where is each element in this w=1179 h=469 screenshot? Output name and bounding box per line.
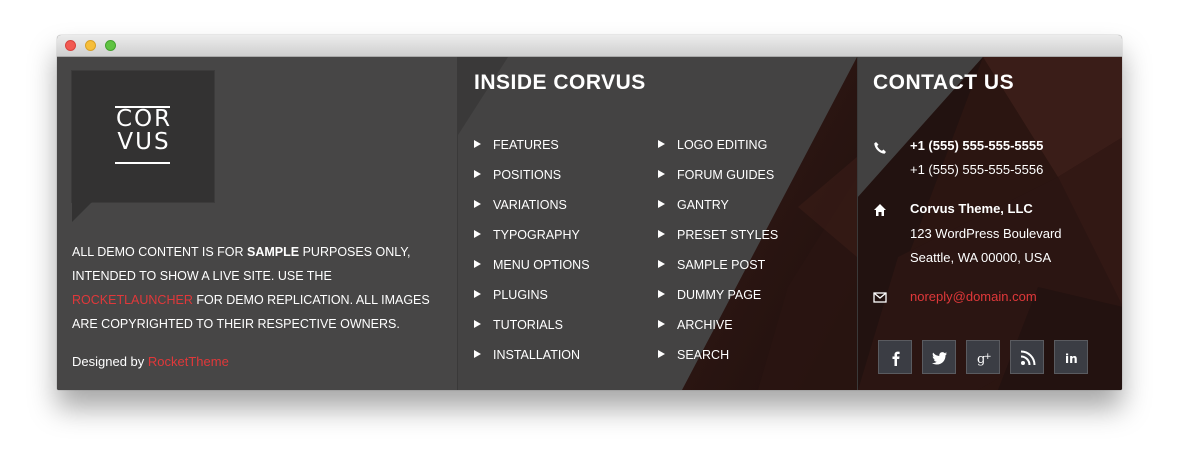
menu-item[interactable]: Logo Editing xyxy=(658,137,767,153)
phone-icon xyxy=(874,142,886,154)
menu-item-label: Sample Post xyxy=(677,258,766,272)
menu-item[interactable]: Menu Options xyxy=(474,257,590,273)
linkedin-button[interactable]: in xyxy=(1054,340,1088,374)
rss-button[interactable] xyxy=(1010,340,1044,374)
triangle-bullet-icon xyxy=(474,350,481,358)
email-link[interactable]: noreply@domain.com xyxy=(910,285,1037,309)
menu-item[interactable]: Positions xyxy=(474,167,561,183)
address-line-1: 123 WordPress Boulevard xyxy=(910,226,1062,241)
twitter-button[interactable] xyxy=(922,340,956,374)
menu-item-label: Positions xyxy=(493,168,562,182)
triangle-bullet-icon xyxy=(658,290,665,298)
menu-item-label: Installation xyxy=(493,348,581,362)
footer-section: COR VUS All demo content is for sample p… xyxy=(57,57,1122,390)
triangle-bullet-icon xyxy=(658,170,665,178)
menu-item-label: Gantry xyxy=(677,198,729,212)
menu-item[interactable]: Plugins xyxy=(474,287,548,303)
menu-item-label: Features xyxy=(493,138,559,152)
about-column: COR VUS All demo content is for sample p… xyxy=(57,57,457,390)
about-text: All demo content is for sample purposes … xyxy=(72,240,452,336)
menu-item[interactable]: Search xyxy=(658,347,729,363)
menu-item-label: Menu Options xyxy=(493,258,590,272)
facebook-button[interactable] xyxy=(878,340,912,374)
envelope-icon xyxy=(873,292,887,303)
triangle-bullet-icon xyxy=(474,170,481,178)
menu-item[interactable]: Installation xyxy=(474,347,580,363)
logo-line-bottom xyxy=(115,162,170,164)
home-icon xyxy=(874,204,886,216)
menu-item-label: Tutorials xyxy=(493,318,563,332)
menu-item[interactable]: Preset Styles xyxy=(658,227,778,243)
minimize-button[interactable] xyxy=(85,40,96,51)
inside-background-shape xyxy=(458,57,857,390)
linkedin-icon: in xyxy=(1065,352,1078,366)
contact-column: Contact Us +1 (555) 555-555-5555 +1 (555… xyxy=(857,57,1122,390)
triangle-bullet-icon xyxy=(658,320,665,328)
logo-line1: COR xyxy=(116,106,173,132)
address-line-2: Seattle, WA 00000, USA xyxy=(910,250,1052,265)
menu-item-label: Search xyxy=(677,348,730,362)
triangle-bullet-icon xyxy=(474,290,481,298)
menu-item-label: Dummy Page xyxy=(677,288,762,302)
logo-text: COR VUS xyxy=(116,108,172,154)
logo-line2: VUS xyxy=(117,129,171,155)
zoom-button[interactable] xyxy=(105,40,116,51)
facebook-icon xyxy=(892,351,900,366)
menu-item[interactable]: Tutorials xyxy=(474,317,563,333)
triangle-bullet-icon xyxy=(658,230,665,238)
menu-item[interactable]: Sample Post xyxy=(658,257,765,273)
about-text-part1: All demo content is for xyxy=(72,245,248,259)
menu-item[interactable]: Dummy Page xyxy=(658,287,761,303)
designed-by: Designed by RocketTheme xyxy=(72,354,229,369)
menu-item[interactable]: Forum Guides xyxy=(658,167,774,183)
menu-item[interactable]: Variations xyxy=(474,197,567,213)
svg-text:+: + xyxy=(984,352,992,362)
triangle-bullet-icon xyxy=(474,260,481,268)
contact-title: Contact Us xyxy=(873,71,1015,94)
corvus-logo[interactable]: COR VUS xyxy=(72,71,214,202)
rocketlauncher-link[interactable]: RocketLauncher xyxy=(72,293,193,307)
svg-text:in: in xyxy=(1065,352,1078,366)
triangle-bullet-icon xyxy=(474,140,481,148)
triangle-bullet-icon xyxy=(474,200,481,208)
menu-item-label: Plugins xyxy=(493,288,548,302)
about-text-bold: sample xyxy=(247,245,300,259)
close-button[interactable] xyxy=(65,40,76,51)
menu-item[interactable]: Features xyxy=(474,137,559,153)
menu-item[interactable]: Archive xyxy=(658,317,733,333)
google-plus-button[interactable]: g + xyxy=(966,340,1000,374)
inside-title: Inside Corvus xyxy=(474,71,646,94)
phone-number-1[interactable]: +1 (555) 555-555-5555 xyxy=(910,134,1043,158)
rockettheme-link[interactable]: RocketTheme xyxy=(148,354,229,369)
logo-tail xyxy=(72,202,92,222)
inside-column: Inside Corvus Features Positions Variation… xyxy=(457,57,857,390)
menu-item-label: Typography xyxy=(493,228,580,242)
triangle-bullet-icon xyxy=(658,350,665,358)
google-plus-icon: g + xyxy=(977,352,992,366)
window-titlebar xyxy=(57,35,1122,57)
designed-by-label: Designed by xyxy=(72,354,145,369)
menu-item-label: Archive xyxy=(677,318,733,332)
menu-item[interactable]: Typography xyxy=(474,227,580,243)
triangle-bullet-icon xyxy=(658,140,665,148)
menu-item-label: Variations xyxy=(493,198,567,212)
triangle-bullet-icon xyxy=(474,320,481,328)
triangle-bullet-icon xyxy=(658,260,665,268)
company-name: Corvus Theme, LLC xyxy=(910,201,1033,216)
menu-item-label: Logo Editing xyxy=(677,138,768,152)
menu-item-label: Forum Guides xyxy=(677,168,775,182)
rss-icon xyxy=(1020,350,1036,366)
triangle-bullet-icon xyxy=(474,230,481,238)
menu-item-label: Preset Styles xyxy=(677,228,779,242)
menu-item[interactable]: Gantry xyxy=(658,197,729,213)
browser-window: COR VUS All demo content is for sample p… xyxy=(57,35,1122,390)
phone-number-2[interactable]: +1 (555) 555-555-5556 xyxy=(910,158,1043,182)
triangle-bullet-icon xyxy=(658,200,665,208)
twitter-icon xyxy=(932,352,947,365)
